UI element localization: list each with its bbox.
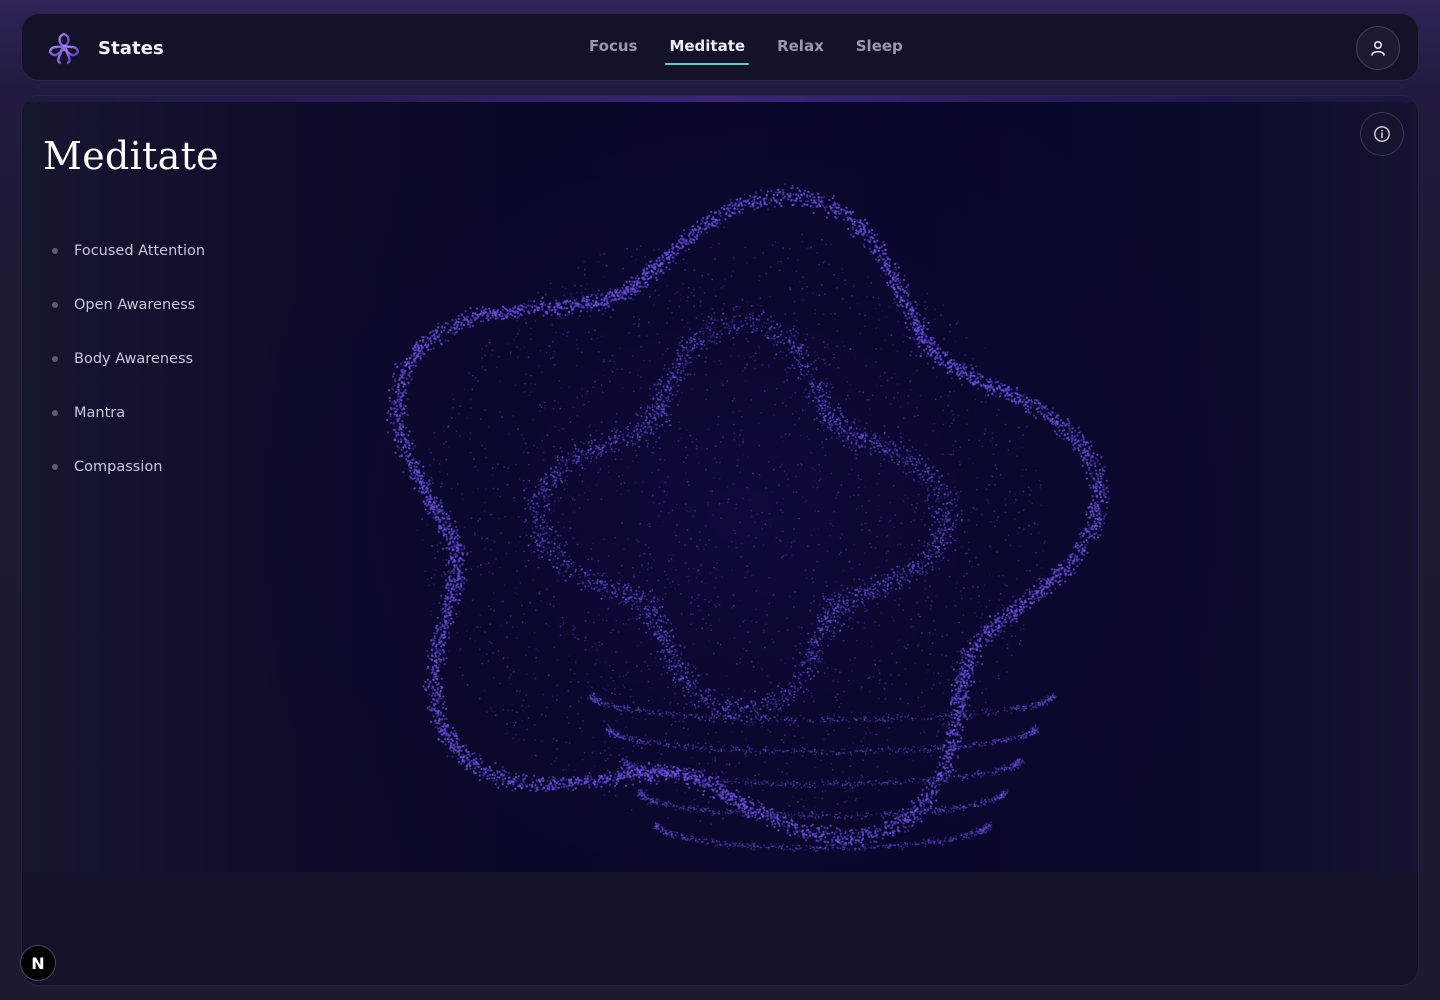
app-name: States (98, 37, 164, 59)
bullet-dot (52, 248, 58, 254)
practice-label: Body Awareness (74, 351, 194, 367)
particle-flower-visualization (386, 183, 1110, 853)
info-button[interactable] (1360, 112, 1404, 156)
bullet-dot (52, 410, 58, 416)
flower-logo-icon (48, 32, 80, 65)
info-icon (1374, 126, 1390, 142)
bullet-dot (52, 464, 58, 470)
tab-relax[interactable]: Relax (773, 33, 828, 63)
practice-item-focused-attention[interactable]: Focused Attention (52, 224, 205, 278)
dev-badge[interactable]: N (20, 945, 56, 981)
practice-item-mantra[interactable]: Mantra (52, 386, 205, 440)
meditate-panel: Meditate Focused Attention Open Awarenes… (21, 95, 1419, 986)
practice-item-open-awareness[interactable]: Open Awareness (52, 278, 205, 332)
brand[interactable]: States (46, 30, 164, 66)
practice-label: Open Awareness (74, 297, 196, 313)
page-title: Meditate (43, 134, 219, 178)
practice-label: Compassion (74, 459, 163, 475)
bullet-dot (52, 302, 58, 308)
user-icon (1371, 40, 1385, 56)
tab-focus[interactable]: Focus (585, 33, 641, 63)
tab-meditate[interactable]: Meditate (665, 33, 749, 65)
bullet-dot (52, 356, 58, 362)
particle-cloud (386, 183, 1110, 853)
practice-label: Focused Attention (74, 243, 206, 259)
practice-list: Focused Attention Open Awareness Body Aw… (52, 224, 205, 494)
practice-item-body-awareness[interactable]: Body Awareness (52, 332, 205, 386)
main-nav: Focus Meditate Relax Sleep (585, 14, 931, 82)
practice-item-compassion[interactable]: Compassion (52, 440, 205, 494)
top-navigation-bar: States Focus Meditate Relax Sleep (21, 13, 1419, 81)
visualization-stage: Meditate Focused Attention Open Awarenes… (22, 96, 1418, 872)
practice-label: Mantra (74, 405, 126, 421)
tab-sleep[interactable]: Sleep (852, 33, 907, 63)
profile-button[interactable] (1356, 26, 1400, 70)
